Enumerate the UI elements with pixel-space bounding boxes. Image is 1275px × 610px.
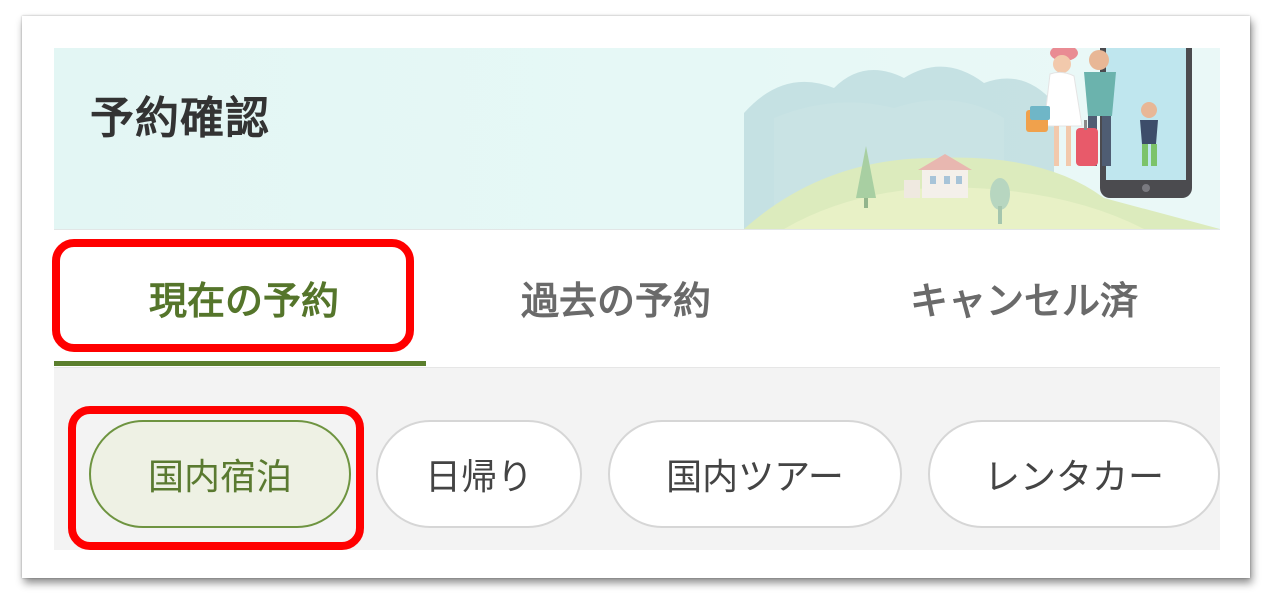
category-chip-rental-car[interactable]: レンタカー [928,420,1220,528]
page-title: 予約確認 [90,93,270,144]
travel-family-illustration [744,48,1220,229]
annotation-box-domestic-stay-chip [68,406,364,550]
tab-cancelled[interactable]: キャンセル済 [834,230,1214,365]
annotation-box-current-tab [52,239,414,352]
tab-past-reservations[interactable]: 過去の予約 [426,230,806,365]
category-chip-day-trip[interactable]: 日帰り [376,420,582,528]
page-header: 予約確認 [54,48,1220,230]
category-chip-domestic-tour[interactable]: 国内ツアー [608,420,902,528]
active-tab-indicator [54,361,426,366]
